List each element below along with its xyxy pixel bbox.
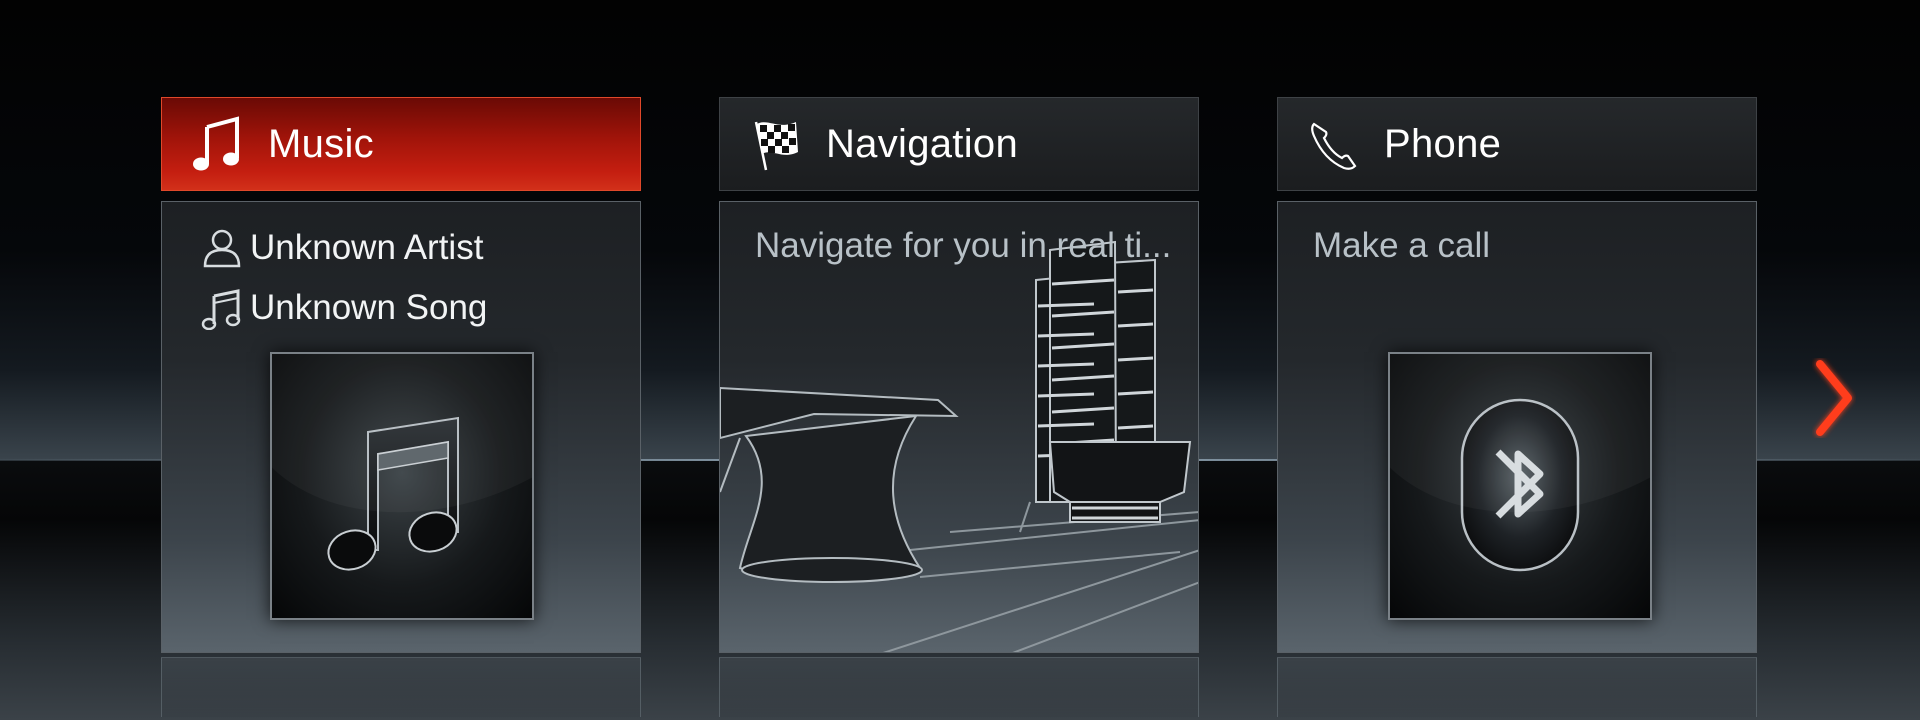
home-screen: Music Unknown Artist Unknown Song Naviga… [0, 0, 1920, 720]
phone-card-body[interactable]: Make a call [1277, 201, 1757, 653]
navigation-card-title: Navigation [826, 121, 1019, 166]
chevron-right-icon[interactable] [1812, 358, 1856, 438]
city-sketch-illustration [720, 240, 1198, 652]
navigation-card-body[interactable]: Navigate for you in real ti... [719, 201, 1199, 653]
phone-card-title: Phone [1384, 121, 1502, 166]
person-icon [203, 229, 241, 268]
music-card[interactable]: Music Unknown Artist Unknown Song [161, 97, 643, 717]
bluetooth-tile [1388, 352, 1652, 620]
checkered-flag-icon [748, 114, 804, 174]
phone-card-reflection [1277, 657, 1757, 717]
music-card-title: Music [268, 121, 374, 166]
song-name: Unknown Song [250, 288, 488, 327]
music-note-icon [190, 114, 246, 174]
album-art-tile [270, 352, 534, 620]
music-card-body[interactable]: Unknown Artist Unknown Song [161, 201, 641, 653]
artist-name: Unknown Artist [250, 228, 484, 267]
navigation-card[interactable]: Navigation Navigate for you in real ti..… [719, 97, 1201, 717]
artist-row: Unknown Artist [200, 226, 483, 270]
phone-card-header[interactable]: Phone [1277, 97, 1757, 191]
phone-handset-icon [1306, 114, 1362, 174]
navigation-card-header[interactable]: Navigation [719, 97, 1199, 191]
music-note-icon [327, 416, 459, 571]
song-row: Unknown Song [200, 286, 487, 330]
bluetooth-icon [1460, 398, 1580, 572]
phone-card[interactable]: Phone Make a call [1277, 97, 1759, 717]
music-note-icon [201, 289, 241, 330]
navigation-subtitle: Navigate for you in real ti... [755, 226, 1172, 265]
music-card-header[interactable]: Music [161, 97, 641, 191]
navigation-card-reflection [719, 657, 1199, 717]
music-card-reflection [161, 657, 641, 717]
phone-subtitle: Make a call [1313, 226, 1491, 265]
